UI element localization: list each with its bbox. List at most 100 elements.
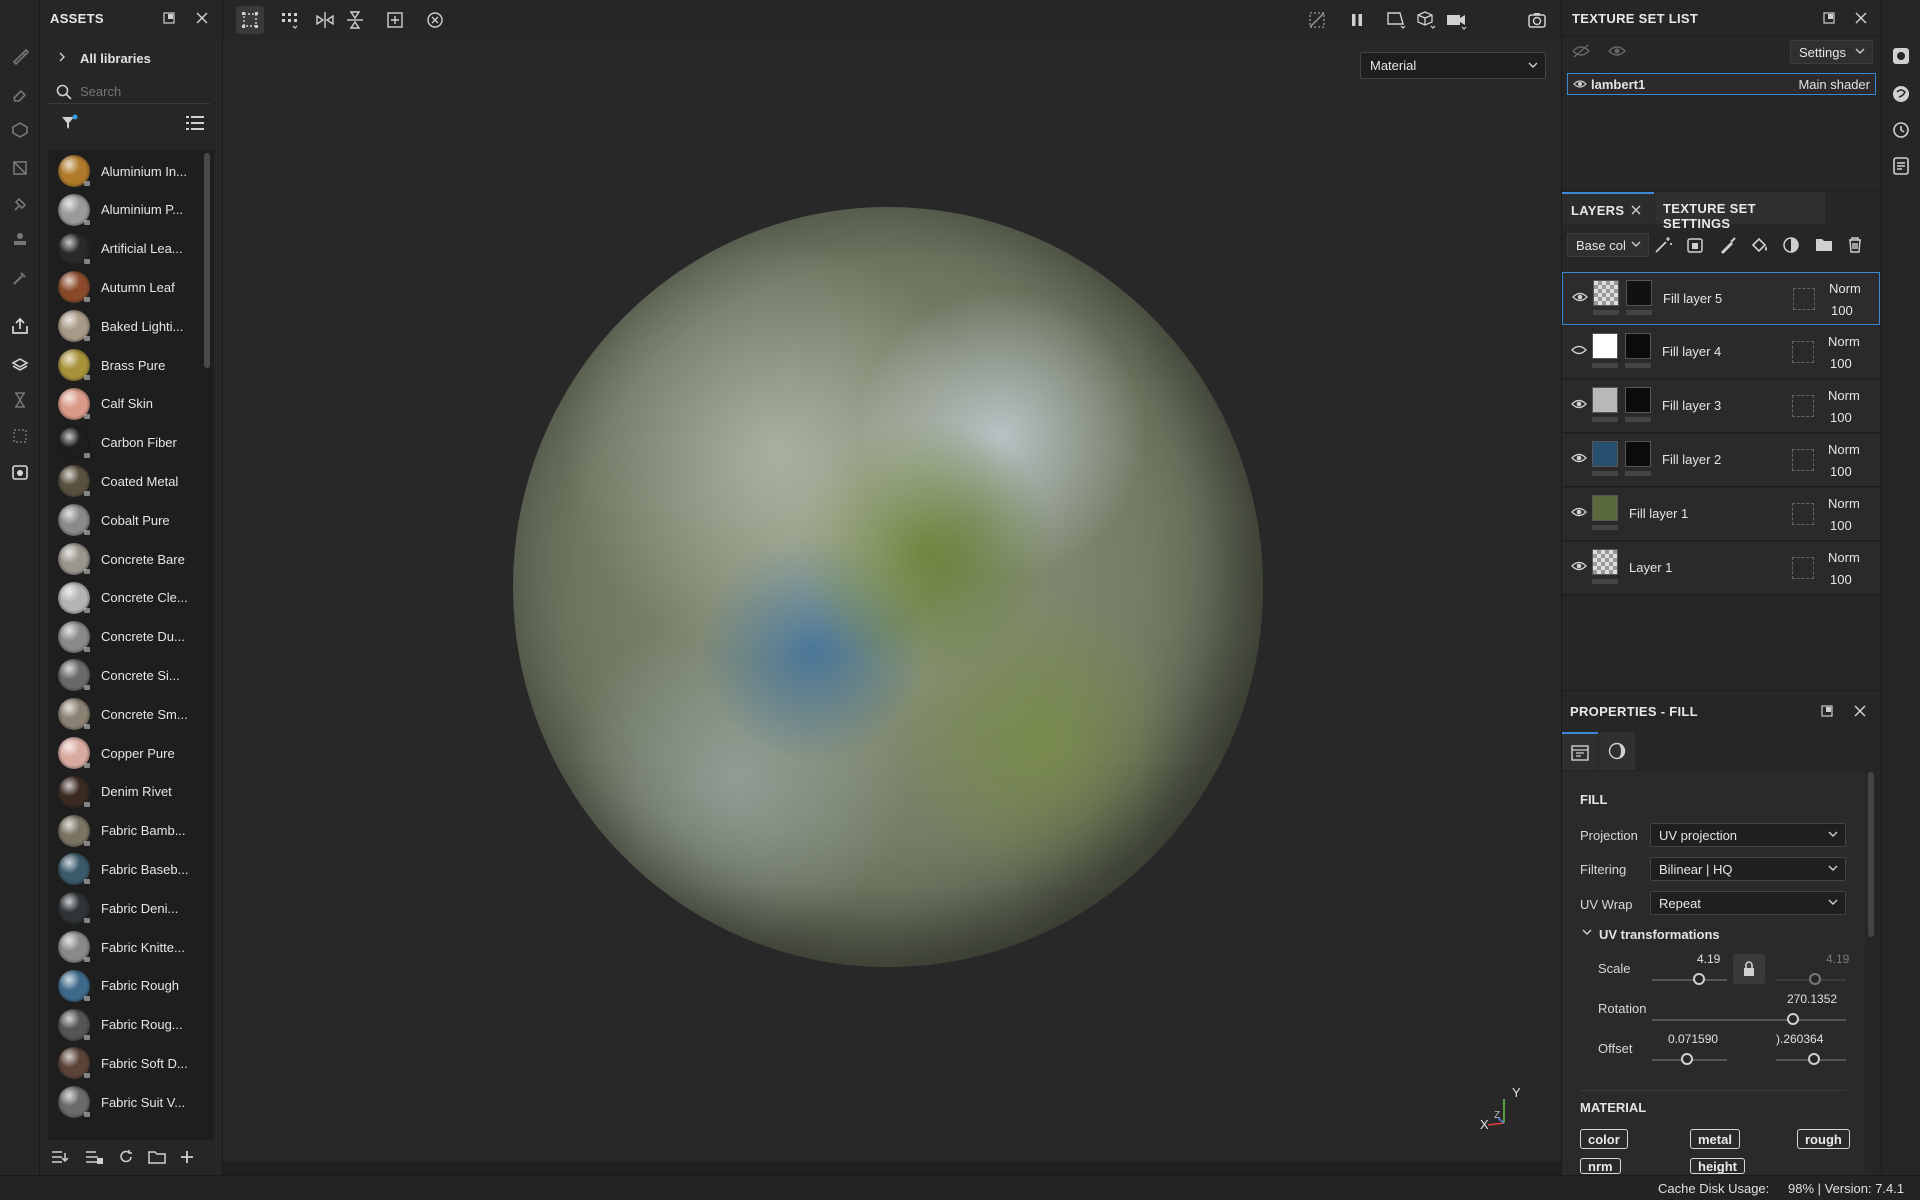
list-item[interactable]: Concrete Du... [48, 618, 203, 656]
layer-name[interactable]: Fill layer 2 [1662, 452, 1721, 467]
viewport-3d-icon[interactable] [1413, 6, 1441, 34]
library-icon[interactable] [84, 1149, 104, 1165]
layer-thumbnail[interactable] [1593, 280, 1619, 306]
geometry-mask-icon[interactable] [1792, 503, 1814, 525]
viewport-mode-select[interactable]: Material [1360, 52, 1546, 79]
timer-icon[interactable] [8, 388, 32, 412]
rotation-slider[interactable] [1652, 1019, 1846, 1021]
list-item[interactable]: Coated Metal [48, 462, 203, 500]
chevron-down-icon[interactable] [1582, 929, 1592, 936]
add-effect-icon[interactable] [1686, 236, 1706, 254]
rough-channel-toggle[interactable]: rough [1797, 1129, 1850, 1149]
layer-opacity[interactable]: 100 [1830, 464, 1852, 479]
list-item[interactable]: Calf Skin [48, 385, 203, 423]
layer-name[interactable]: Fill layer 5 [1663, 291, 1722, 306]
layer-name[interactable]: Fill layer 1 [1629, 506, 1688, 521]
close-icon[interactable] [1852, 9, 1870, 27]
breadcrumb[interactable]: All libraries [80, 51, 151, 66]
blend-mode[interactable]: Norm [1828, 496, 1860, 511]
clone-stamp-icon[interactable] [8, 228, 32, 252]
geometry-mask-icon[interactable] [8, 156, 32, 180]
folder-icon[interactable] [148, 1149, 166, 1165]
scrollbar[interactable] [204, 153, 210, 368]
list-item[interactable]: Copper Pure [48, 734, 203, 772]
add-icon[interactable] [180, 1150, 194, 1164]
texture-set-row[interactable]: lambert1 Main shader [1567, 73, 1876, 95]
list-item[interactable]: Artificial Lea... [48, 230, 203, 268]
camera-settings-icon[interactable] [8, 460, 32, 484]
eye-icon[interactable] [1572, 291, 1588, 303]
eye-icon[interactable] [1571, 506, 1587, 518]
normal-channel-toggle[interactable]: nrm [1580, 1158, 1621, 1174]
display-settings-icon[interactable] [1891, 84, 1911, 104]
bake-icon[interactable] [8, 352, 32, 376]
offset-x-value[interactable]: 0.071590 [1668, 1032, 1718, 1046]
viewport-2d-icon[interactable] [1383, 6, 1411, 34]
tab-layers[interactable]: LAYERS [1562, 192, 1654, 224]
export-icon[interactable] [8, 314, 32, 338]
list-item[interactable]: Aluminium In... [48, 152, 203, 190]
filtering-dropdown[interactable]: Bilinear | HQ [1650, 857, 1846, 881]
hide-overlay-icon[interactable] [1303, 6, 1331, 34]
eye-icon[interactable] [1571, 560, 1587, 572]
add-folder-icon[interactable] [1814, 236, 1834, 254]
hide-all-icon[interactable] [1572, 44, 1590, 58]
add-paint-layer-icon[interactable] [1718, 236, 1738, 254]
list-item[interactable]: Concrete Bare [48, 540, 203, 578]
show-all-icon[interactable] [1608, 44, 1626, 58]
filter-icon[interactable] [60, 114, 78, 132]
tab-fill-properties[interactable] [1562, 732, 1598, 770]
mask-thumbnail[interactable] [1625, 387, 1651, 413]
settings-dropdown[interactable]: Settings [1790, 40, 1873, 64]
eraser-icon[interactable] [8, 82, 32, 106]
list-item[interactable]: Fabric Roug... [48, 1006, 203, 1044]
tab-texture-set-settings[interactable]: TEXTURE SET SETTINGS [1655, 192, 1825, 231]
list-item[interactable]: Fabric Knitte... [48, 928, 203, 966]
blend-mode[interactable]: Norm [1829, 281, 1861, 296]
list-item[interactable]: Cobalt Pure [48, 501, 203, 539]
uv-transformations-header[interactable]: UV transformations [1599, 927, 1720, 942]
mask-thumbnail[interactable] [1625, 441, 1651, 467]
uvwrap-dropdown[interactable]: Repeat [1650, 891, 1846, 915]
list-item[interactable]: Fabric Deni... [48, 889, 203, 927]
list-item[interactable]: Concrete Sm... [48, 695, 203, 733]
mask-thumbnail[interactable] [1625, 333, 1651, 359]
scale-slider-handle[interactable] [1693, 973, 1705, 985]
layer-name[interactable]: Layer 1 [1629, 560, 1672, 575]
magic-wand-icon[interactable] [1654, 236, 1674, 254]
blend-mode[interactable]: Norm [1828, 442, 1860, 457]
camera-icon[interactable] [1443, 6, 1471, 34]
geometry-mask-icon[interactable] [1792, 395, 1814, 417]
layer-row[interactable]: Fill layer 2 Norm 100 [1562, 434, 1880, 487]
list-item[interactable]: Baked Lighti... [48, 307, 203, 345]
offset-y-value[interactable]: ).260364 [1776, 1032, 1823, 1046]
list-item[interactable]: Brass Pure [48, 346, 203, 384]
mask-thumbnail[interactable] [1626, 280, 1652, 306]
list-item[interactable]: Fabric Suit V... [48, 1083, 203, 1121]
close-icon[interactable] [1631, 205, 1641, 215]
scrollbar[interactable] [1868, 772, 1874, 937]
list-item[interactable]: Fabric Baseb... [48, 850, 203, 888]
smudge-icon[interactable] [8, 192, 32, 216]
history-icon[interactable] [1891, 120, 1911, 140]
blend-mode[interactable]: Norm [1828, 334, 1860, 349]
lock-icon[interactable] [1733, 954, 1765, 984]
layer-thumbnail[interactable] [1592, 495, 1618, 521]
layer-row[interactable]: Layer 1 Norm 100 [1562, 542, 1880, 595]
list-item[interactable]: Concrete Si... [48, 656, 203, 694]
layer-row[interactable]: Fill layer 3 Norm 100 [1562, 380, 1880, 433]
selection-mode-icon[interactable] [236, 6, 264, 34]
layer-opacity[interactable]: 100 [1830, 356, 1852, 371]
layer-row[interactable]: Fill layer 1 Norm 100 [1562, 488, 1880, 541]
list-view-icon[interactable] [185, 114, 205, 132]
list-item[interactable]: Carbon Fiber [48, 424, 203, 462]
import-icon[interactable] [50, 1149, 70, 1165]
blend-mode[interactable]: Norm [1828, 388, 1860, 403]
layer-name[interactable]: Fill layer 4 [1662, 344, 1721, 359]
eye-icon[interactable] [1571, 452, 1587, 464]
rotation-value[interactable]: 270.1352 [1787, 992, 1837, 1006]
shader-name[interactable]: Main shader [1798, 77, 1870, 92]
delete-icon[interactable] [1846, 236, 1864, 254]
search-input[interactable] [80, 82, 200, 100]
layer-row[interactable]: Fill layer 5 Norm 100 [1562, 272, 1880, 325]
